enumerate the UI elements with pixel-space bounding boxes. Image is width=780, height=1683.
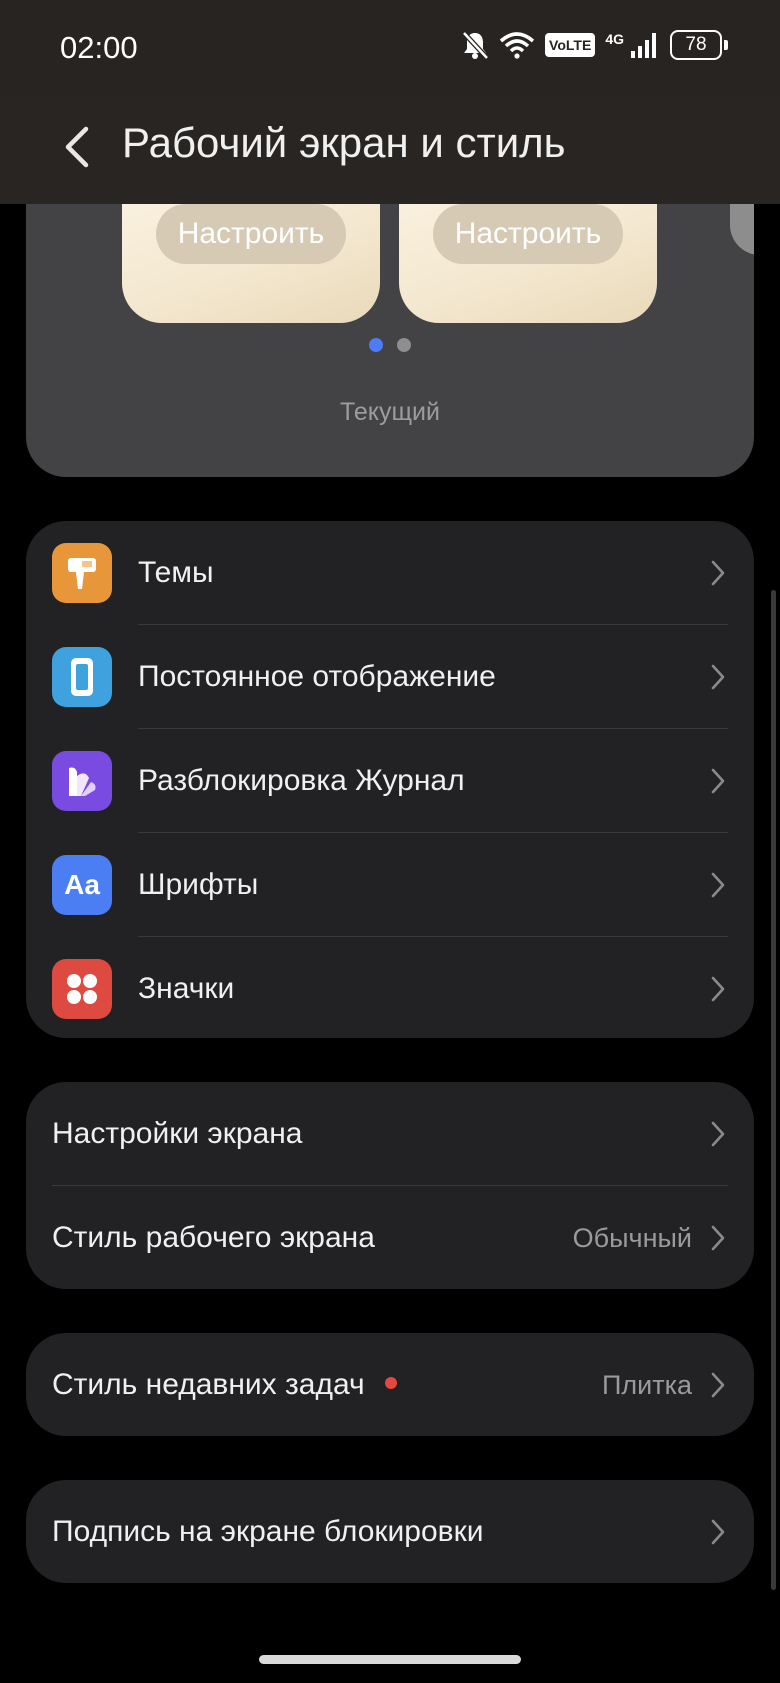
wifi-icon: [499, 32, 535, 59]
recent-tasks-style-label: Стиль недавних задач: [52, 1368, 397, 1402]
recents-group: Стиль недавних задач Плитка: [26, 1333, 754, 1436]
screen-settings-label: Настройки экрана: [52, 1117, 303, 1150]
page-dot-active: [369, 338, 383, 352]
scrollbar[interactable]: [771, 590, 776, 1590]
themes-row[interactable]: Темы: [26, 521, 754, 625]
lock-screen-signature-row[interactable]: Подпись на экране блокировки: [26, 1480, 754, 1583]
icons-row[interactable]: Значки: [26, 937, 754, 1038]
fonts-icon: Aa: [52, 855, 112, 915]
chevron-right-icon: [711, 1519, 725, 1545]
unlock-magazine-icon: [52, 751, 112, 811]
unlock-magazine-label: Разблокировка Журнал: [138, 764, 465, 797]
status-time: 02:00: [60, 30, 138, 65]
volte-icon: VoLTE: [545, 33, 596, 57]
unlock-magazine-row[interactable]: Разблокировка Журнал: [26, 729, 754, 833]
status-icons: VoLTE 4G 78: [461, 30, 728, 60]
chevron-right-icon: [711, 1225, 725, 1251]
chevron-right-icon: [711, 1372, 725, 1398]
chevron-left-icon[interactable]: [58, 117, 98, 177]
lock-screen-signature-label: Подпись на экране блокировки: [52, 1515, 484, 1548]
lock-signature-group: Подпись на экране блокировки: [26, 1480, 754, 1583]
title-bar: Рабочий экран и стиль: [0, 95, 780, 204]
icons-grid-icon: [52, 959, 112, 1019]
home-screen-style-label: Стиль рабочего экрана: [52, 1221, 375, 1254]
network-type: 4G: [605, 31, 624, 47]
page-indicator: [26, 338, 754, 352]
chevron-right-icon: [711, 664, 725, 690]
recent-tasks-style-text: Стиль недавних задач: [52, 1368, 365, 1401]
home-indicator[interactable]: [259, 1655, 521, 1664]
new-badge-dot: [384, 1377, 397, 1390]
fonts-label: Шрифты: [138, 868, 259, 901]
icons-label: Значки: [138, 972, 235, 1005]
screen-settings-row[interactable]: Настройки экрана: [26, 1082, 754, 1186]
fonts-icon-text: Aa: [64, 869, 100, 900]
always-on-display-label: Постоянное отображение: [138, 660, 496, 693]
chevron-right-icon: [711, 560, 725, 586]
personalization-group: Темы Постоянное отображение Разблокировк…: [26, 521, 754, 1038]
battery-icon: 78: [670, 30, 728, 60]
screen-group: Настройки экрана Стиль рабочего экрана О…: [26, 1082, 754, 1289]
home-screen-style-value: Обычный: [572, 1222, 692, 1253]
status-bar: 02:00 VoLTE 4G 78: [0, 0, 780, 95]
chevron-right-icon: [711, 976, 725, 1002]
recent-tasks-style-row[interactable]: Стиль недавних задач Плитка: [26, 1333, 754, 1436]
page-title: Рабочий экран и стиль: [122, 119, 566, 166]
current-theme-label: Текущий: [340, 398, 440, 426]
signal-icon: [631, 33, 656, 58]
themes-brush-icon: [52, 543, 112, 603]
customize-button-1[interactable]: Настроить: [156, 204, 346, 264]
themes-label: Темы: [138, 556, 214, 589]
fonts-row[interactable]: Aa Шрифты: [26, 833, 754, 937]
recent-tasks-style-value: Плитка: [601, 1369, 692, 1400]
always-on-display-row[interactable]: Постоянное отображение: [26, 625, 754, 729]
home-screen-style-row[interactable]: Стиль рабочего экрана Обычный: [26, 1186, 754, 1289]
page-dot: [397, 338, 411, 352]
bell-muted-icon: [462, 31, 489, 60]
chevron-right-icon: [711, 1121, 725, 1147]
chevron-right-icon: [711, 872, 725, 898]
always-on-display-icon: [52, 647, 112, 707]
customize-button-2[interactable]: Настроить: [433, 204, 623, 264]
chevron-right-icon: [711, 768, 725, 794]
